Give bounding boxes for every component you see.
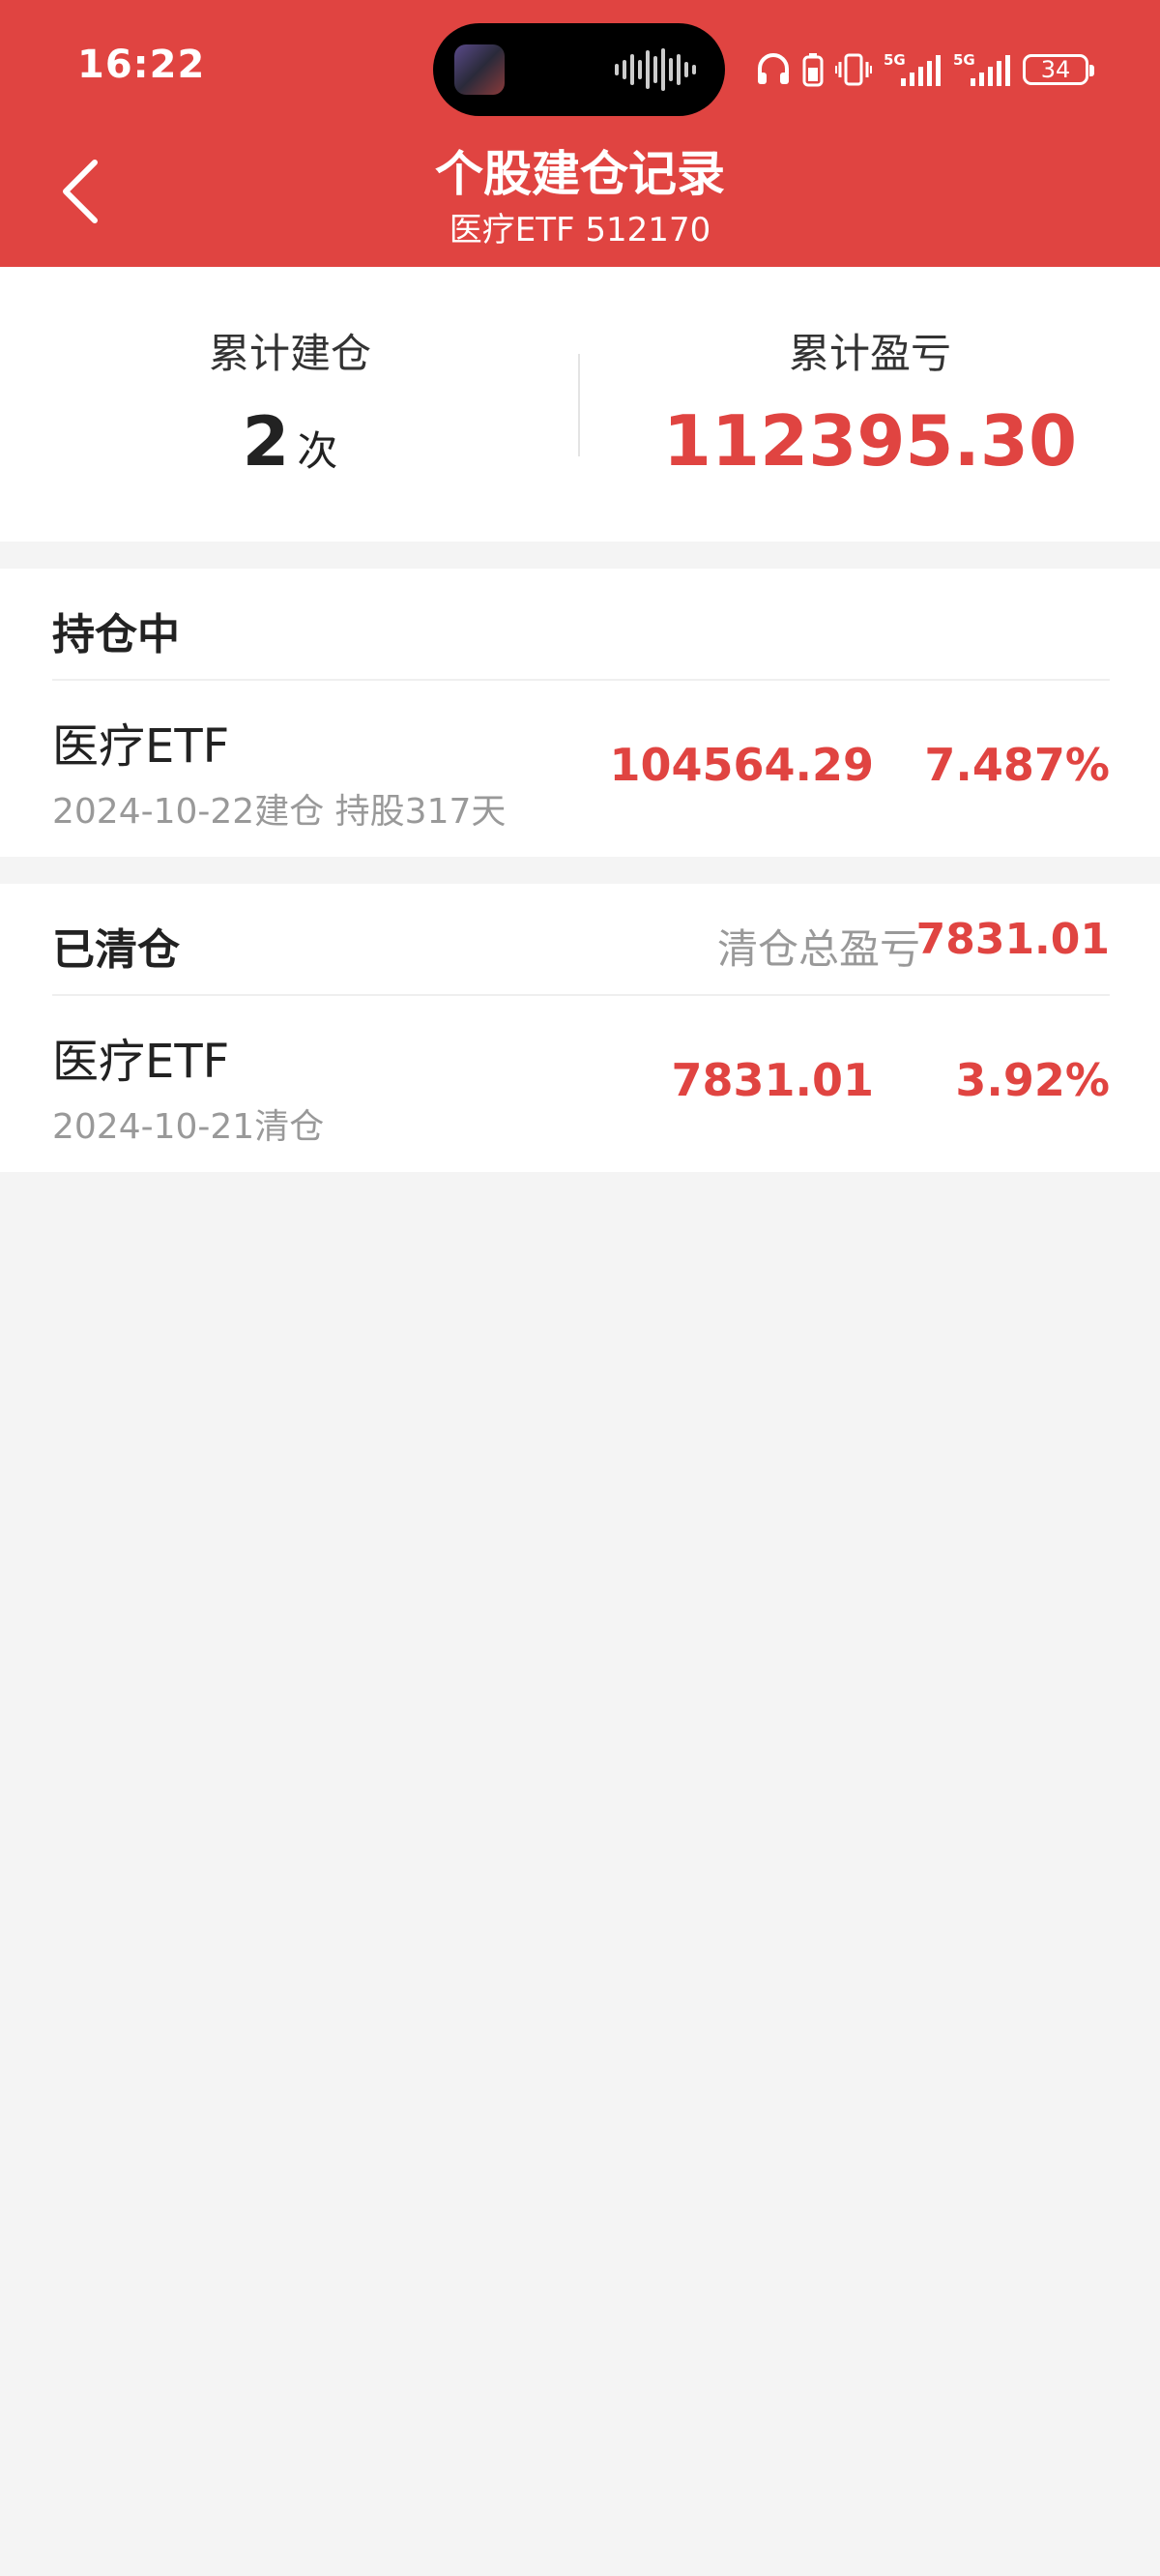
signal-5g-icon-2: 5G bbox=[953, 51, 1010, 86]
summary-count-unit: 次 bbox=[297, 427, 338, 475]
page-subtitle: 医疗ETF 512170 bbox=[449, 211, 711, 249]
svg-text:5G: 5G bbox=[953, 51, 975, 69]
music-artwork-icon bbox=[454, 44, 505, 95]
closed-total-value: 7831.01 bbox=[915, 915, 1110, 964]
row-detail: 2024-10-22建仓 持股317天 bbox=[52, 792, 507, 832]
device-battery-icon bbox=[802, 53, 824, 87]
holding-section-header: 持仓中 bbox=[0, 569, 1160, 681]
dynamic-island[interactable] bbox=[433, 23, 725, 116]
audio-wave-icon bbox=[615, 48, 696, 91]
status-bar: 16:22 5G 5G 34 bbox=[0, 0, 1160, 135]
row-percent: 3.92% bbox=[955, 1054, 1110, 1106]
summary-count: 2次 bbox=[0, 402, 580, 482]
summary-count-label: 累计建仓 bbox=[208, 330, 371, 377]
closed-section-title: 已清仓 bbox=[52, 925, 180, 975]
holding-section: 持仓中 医疗ETF 2024-10-22建仓 持股317天 104564.29 … bbox=[0, 569, 1160, 857]
closed-total-label: 清仓总盈亏 bbox=[716, 925, 920, 973]
page-title: 个股建仓记录 bbox=[435, 146, 725, 202]
svg-text:5G: 5G bbox=[884, 51, 906, 69]
summary-pnl-label: 累计盈亏 bbox=[788, 330, 951, 377]
status-icons: 5G 5G 34 bbox=[756, 50, 1094, 89]
row-amount: 7831.01 bbox=[671, 1054, 874, 1106]
battery-icon: 34 bbox=[1023, 54, 1094, 85]
app-header: 16:22 5G 5G 34 个股建仓记录 医疗ETF 512170 bbox=[0, 0, 1160, 267]
list-item[interactable]: 医疗ETF 2024-10-21清仓 7831.01 3.92% bbox=[0, 996, 1160, 1164]
row-percent: 7.487% bbox=[924, 739, 1110, 791]
summary-pnl-value: 112395.30 bbox=[662, 400, 1078, 482]
list-item[interactable]: 医疗ETF 2024-10-22建仓 持股317天 104564.29 7.48… bbox=[0, 681, 1160, 849]
summary-count-block: 累计建仓 2次 bbox=[0, 267, 580, 542]
summary-count-value: 2 bbox=[242, 402, 290, 482]
closed-section: 已清仓 清仓总盈亏 7831.01 医疗ETF 2024-10-21清仓 783… bbox=[0, 884, 1160, 1172]
row-detail: 2024-10-21清仓 bbox=[52, 1107, 325, 1147]
row-amount: 104564.29 bbox=[609, 739, 874, 791]
status-time: 16:22 bbox=[77, 43, 206, 87]
vibrate-icon bbox=[835, 53, 872, 86]
row-stock-name: 医疗ETF bbox=[52, 1035, 230, 1089]
headphones-icon bbox=[758, 53, 789, 84]
summary-card: 累计建仓 2次 累计盈亏 112395.30 bbox=[0, 267, 1160, 542]
row-stock-name: 医疗ETF bbox=[52, 719, 230, 774]
holding-section-title: 持仓中 bbox=[52, 610, 180, 659]
signal-5g-icon-1: 5G bbox=[884, 51, 941, 86]
closed-section-header: 已清仓 清仓总盈亏 7831.01 bbox=[0, 884, 1160, 996]
summary-pnl-block: 累计盈亏 112395.30 bbox=[580, 267, 1160, 542]
